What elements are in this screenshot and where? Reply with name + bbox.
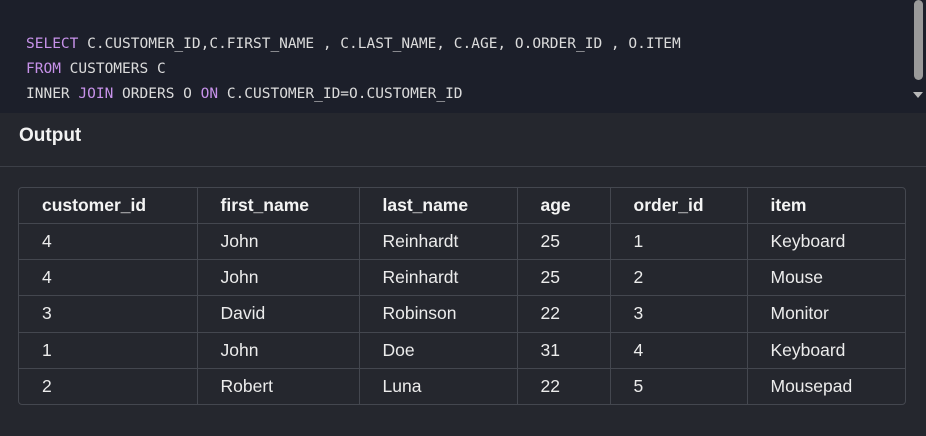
column-header: customer_id [19, 188, 198, 224]
output-header: Output [0, 113, 926, 167]
table-cell: Keyboard [746, 222, 905, 261]
table-cell: 4 [19, 222, 198, 261]
results-table: customer_id first_name last_name age ord… [18, 187, 906, 405]
table-cell: 25 [516, 222, 611, 261]
sql-text: ORDERS O [113, 86, 201, 102]
table-cell: 3 [19, 295, 198, 333]
sql-text: C.CUSTOMER_ID,C.FIRST_NAME , C.LAST_NAME… [78, 36, 681, 52]
sql-text: CUSTOMERS C [60, 61, 166, 77]
sql-code[interactable]: SELECT C.CUSTOMER_ID,C.FIRST_NAME , C.LA… [26, 32, 681, 107]
table-cell: John [196, 259, 360, 297]
table-cell: 5 [609, 367, 748, 404]
table-cell: Reinhardt [358, 222, 518, 261]
table-cell: Doe [358, 331, 518, 369]
table-row: 4 John Reinhardt 25 1 Keyboard [19, 222, 905, 261]
code-line: SELECT C.CUSTOMER_ID,C.FIRST_NAME , C.LA… [26, 32, 681, 57]
table-cell: 31 [516, 331, 611, 369]
table-cell: 2 [19, 367, 198, 404]
table-cell: Robinson [358, 295, 518, 333]
code-line: INNER JOIN ORDERS O ON C.CUSTOMER_ID=O.C… [26, 82, 681, 107]
sql-keyword: FROM [26, 61, 61, 77]
table-cell: Keyboard [746, 331, 905, 369]
column-header: first_name [196, 188, 360, 224]
table-cell: Luna [358, 367, 518, 404]
sql-text: INNER [26, 86, 79, 102]
scrollbar-thumb[interactable] [914, 0, 923, 80]
table-cell: Mouse [746, 259, 905, 297]
column-header: last_name [358, 188, 518, 224]
table-cell: David [196, 295, 360, 333]
sql-keyword: ON [200, 86, 219, 102]
table-cell: 1 [19, 331, 198, 369]
code-line: FROM CUSTOMERS C [26, 57, 681, 82]
column-header: order_id [609, 188, 748, 224]
table-cell: 1 [609, 222, 748, 261]
scroll-down-arrow-icon[interactable] [913, 92, 923, 98]
table-cell: John [196, 222, 360, 261]
table-cell: Robert [196, 367, 360, 404]
table-cell: 25 [516, 259, 611, 297]
table-cell: Mousepad [746, 367, 905, 404]
table-cell: 22 [516, 295, 611, 333]
table-cell: 3 [609, 295, 748, 333]
table-cell: John [196, 331, 360, 369]
column-header: item [746, 188, 905, 224]
column-header: age [516, 188, 611, 224]
table-cell: 4 [609, 331, 748, 369]
output-title: Output [19, 125, 82, 146]
table-row: 3 David Robinson 22 3 Monitor [19, 295, 905, 333]
table-cell: 22 [516, 367, 611, 404]
table-cell: 4 [19, 259, 198, 297]
sql-keyword: JOIN [78, 86, 114, 102]
table-row: 4 John Reinhardt 25 2 Mouse [19, 259, 905, 297]
table-row: 2 Robert Luna 22 5 Mousepad [19, 367, 905, 404]
table-cell: 2 [609, 259, 748, 297]
sql-editor[interactable]: SELECT C.CUSTOMER_ID,C.FIRST_NAME , C.LA… [0, 0, 926, 113]
table-header-row: customer_id first_name last_name age ord… [19, 188, 905, 224]
sql-keyword: SELECT [26, 36, 79, 52]
table-cell: Reinhardt [358, 259, 518, 297]
table-row: 1 John Doe 31 4 Keyboard [19, 331, 905, 369]
table-cell: Monitor [746, 295, 905, 333]
sql-text: C.CUSTOMER_ID=O.CUSTOMER_ID [218, 86, 463, 102]
editor-scrollbar[interactable] [910, 0, 926, 113]
